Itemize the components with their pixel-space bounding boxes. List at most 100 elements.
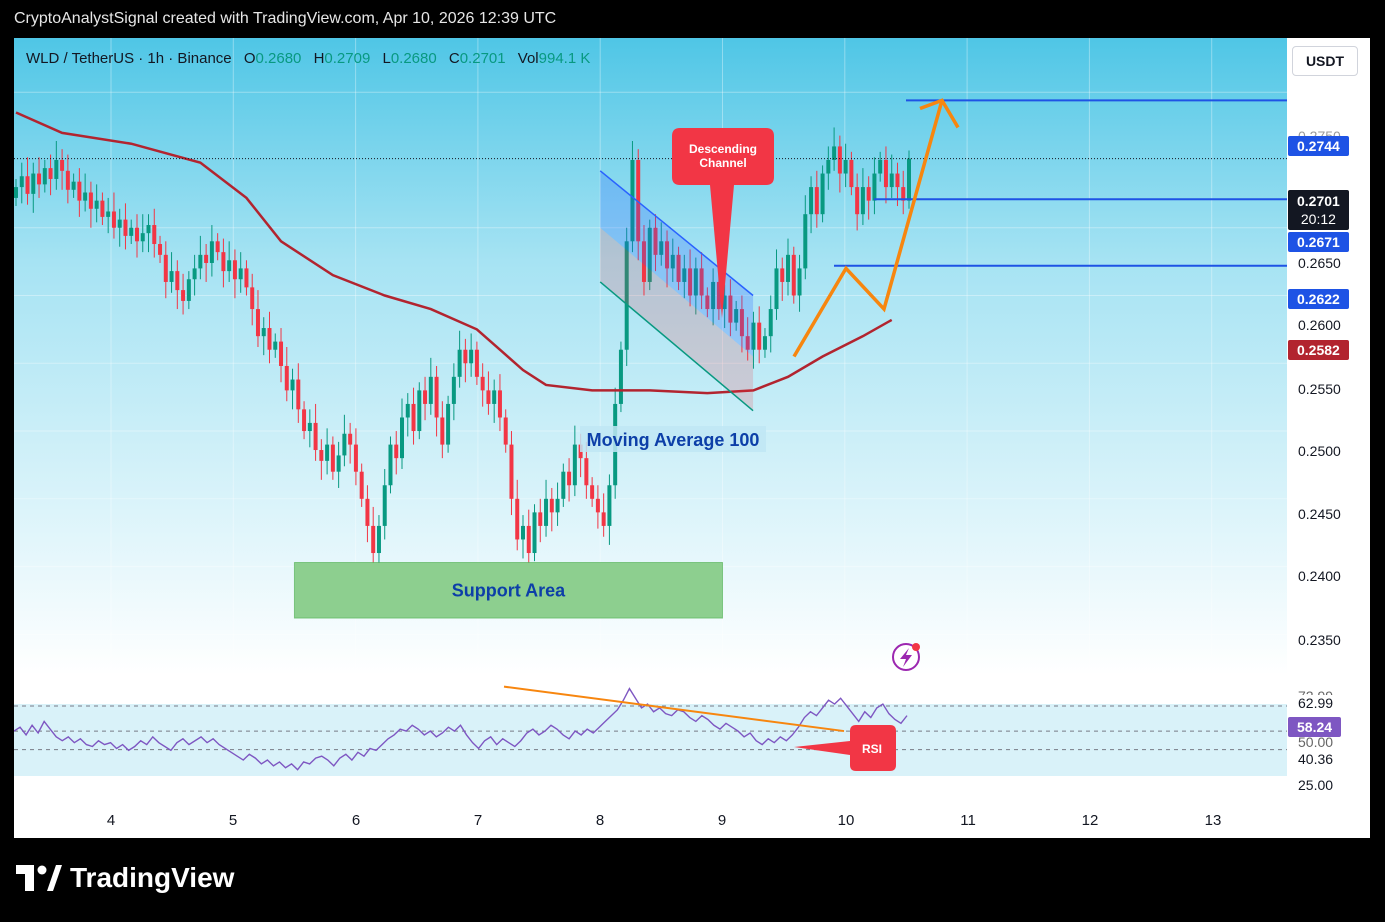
candle-body xyxy=(169,271,174,282)
candle-body xyxy=(872,173,877,201)
candle-body xyxy=(175,271,180,291)
candle-body xyxy=(117,219,122,228)
candle-body xyxy=(757,322,762,350)
candle-body xyxy=(469,349,474,364)
candle-body xyxy=(411,403,416,432)
candle-body xyxy=(267,328,272,350)
candle-body xyxy=(503,417,508,445)
candle-body xyxy=(889,173,894,188)
open-value: 0.2680 xyxy=(255,50,302,67)
open-label: O xyxy=(243,50,256,67)
candle-body xyxy=(855,187,860,215)
candle-body xyxy=(261,328,266,337)
candle-body xyxy=(238,268,243,280)
candle-body xyxy=(106,211,111,217)
candle-body xyxy=(192,268,197,280)
candle-body xyxy=(590,485,595,499)
candle-body xyxy=(65,170,70,190)
candle-body xyxy=(907,158,911,201)
candle-body xyxy=(826,159,831,174)
close-value: 0.2701 xyxy=(459,50,506,67)
candle-body xyxy=(359,471,364,499)
candle-body xyxy=(832,146,837,160)
candle-body xyxy=(376,525,381,554)
rsi-tick: 50.00 xyxy=(1298,734,1334,750)
candle-body xyxy=(290,379,295,391)
candle-body xyxy=(474,349,479,377)
last-price-badge: 0.2701 20:12 xyxy=(1288,190,1349,230)
candle-body xyxy=(866,187,871,201)
candle-body xyxy=(780,268,785,282)
candle-body xyxy=(60,159,65,171)
candle-body xyxy=(400,417,405,459)
candle-body xyxy=(83,192,88,201)
tradingview-logo[interactable]: TradingView xyxy=(16,862,234,894)
candle-body xyxy=(849,159,854,188)
candle-body xyxy=(618,349,623,404)
last-price: 0.2701 xyxy=(1297,193,1340,209)
candle-body xyxy=(296,379,301,410)
candle-body xyxy=(405,403,410,418)
candle-body xyxy=(572,444,577,486)
time-tick: 12 xyxy=(1081,812,1099,829)
time-tick: 7 xyxy=(473,812,483,829)
rsi-callout-label: RSI xyxy=(862,742,882,756)
candle-body xyxy=(140,233,145,242)
candle-body xyxy=(348,433,353,445)
ma-label: Moving Average 100 xyxy=(587,430,760,450)
time-tick: 13 xyxy=(1204,812,1222,829)
candle-body xyxy=(111,211,116,228)
candle-body xyxy=(255,309,260,337)
candle-body xyxy=(198,254,203,269)
candle-body xyxy=(37,173,42,185)
candle-body xyxy=(129,227,134,236)
candle-body xyxy=(186,279,191,301)
price-chart[interactable]: Support Area Moving Average 100 Descending… xyxy=(14,38,1287,675)
tradingview-logo-icon xyxy=(16,865,62,891)
candle-body xyxy=(820,173,825,215)
chart-credit: CryptoAnalystSignal created with Trading… xyxy=(14,10,557,27)
candle-body xyxy=(544,498,549,526)
candle-body xyxy=(232,260,237,280)
candle-body xyxy=(428,376,433,404)
time-tick: 11 xyxy=(960,812,976,829)
time-tick: 9 xyxy=(717,812,727,829)
candle-body xyxy=(158,244,163,255)
candle-body xyxy=(382,485,387,526)
candle-body xyxy=(77,181,82,201)
candle-body xyxy=(319,450,324,461)
candle-body xyxy=(42,168,47,185)
level-badge-lower: 0.2622 xyxy=(1288,289,1349,309)
candle-body xyxy=(538,512,543,526)
candle-body xyxy=(342,433,347,456)
candle-body xyxy=(860,187,865,215)
candle-body xyxy=(814,187,819,215)
candle-body xyxy=(181,290,186,301)
candle-body xyxy=(302,409,307,432)
candle-body xyxy=(279,341,284,366)
candle-body xyxy=(250,287,255,310)
candle-body xyxy=(883,159,888,188)
candle-body xyxy=(221,252,226,272)
candle-body xyxy=(584,458,589,486)
high-value: 0.2709 xyxy=(324,50,371,67)
candle-body xyxy=(88,192,93,209)
candle-body xyxy=(100,200,105,217)
tradingview-brand: TradingView xyxy=(70,862,235,893)
time-tick: 10 xyxy=(837,812,855,829)
low-value: 0.2680 xyxy=(390,50,437,67)
candle-body xyxy=(71,181,76,190)
candle-body xyxy=(520,525,525,540)
candle-body xyxy=(423,390,428,404)
candle-body xyxy=(549,498,554,513)
candle-body xyxy=(284,365,289,391)
rsi-panel[interactable]: RSI xyxy=(14,677,1287,789)
currency-button[interactable]: USDT xyxy=(1292,46,1358,76)
candle-body xyxy=(837,146,842,174)
candle-body xyxy=(336,455,341,472)
candle-body xyxy=(134,227,139,242)
candle-body xyxy=(480,376,485,391)
high-label: H xyxy=(313,50,325,67)
candle-body xyxy=(843,159,848,174)
candle-body xyxy=(762,336,767,350)
